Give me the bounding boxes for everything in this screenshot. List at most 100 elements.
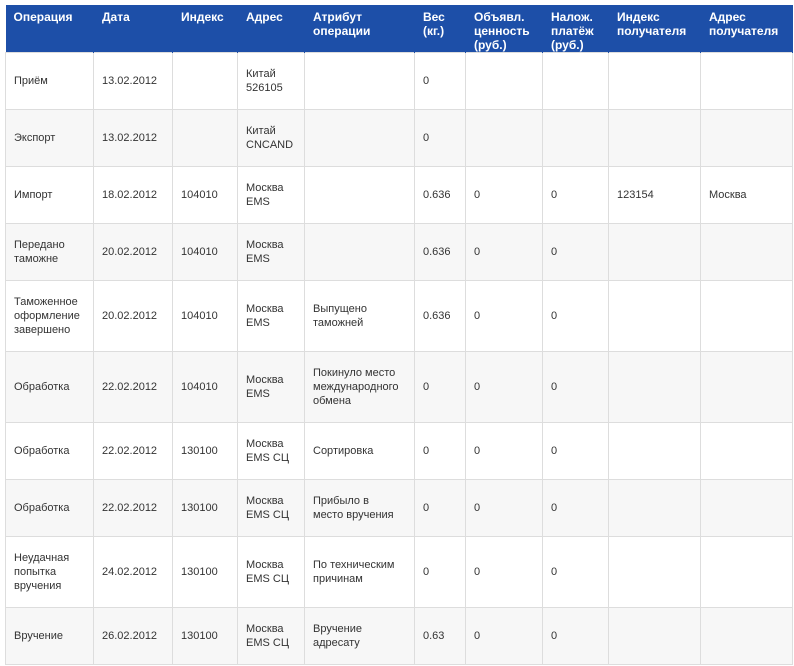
cell-index: 130100 [172,536,238,608]
cell-weight: 0.636 [414,166,466,224]
cell-cod: 0 [542,166,609,224]
cell-index: 104010 [172,223,238,281]
table-header: Операция Дата Индекс Адрес Атрибут опера… [5,5,793,53]
cell-declared-value [465,52,543,110]
cell-weight: 0 [414,52,466,110]
cell-weight: 0.63 [414,607,466,665]
cell-recipient-address [700,52,793,110]
table-row: Обработка 22.02.2012 130100 Москва EMS С… [5,422,793,480]
cell-attribute: Сортировка [304,422,415,480]
cell-date: 20.02.2012 [93,223,173,281]
cell-cod: 0 [542,607,609,665]
cell-recipient-address [700,109,793,167]
cell-operation: Обработка [5,351,94,423]
cell-date: 22.02.2012 [93,479,173,537]
cell-recipient-index [608,109,701,167]
cell-index: 104010 [172,351,238,423]
cell-date: 22.02.2012 [93,422,173,480]
cell-attribute [304,109,415,167]
cell-address: Китай CNCAND [237,109,305,167]
header-date: Дата [93,5,173,53]
cell-address: Москва EMS [237,351,305,423]
cell-cod [542,52,609,110]
cell-weight: 0 [414,479,466,537]
cell-declared-value: 0 [465,607,543,665]
cell-operation: Экспорт [5,109,94,167]
cell-weight: 0 [414,422,466,480]
cell-date: 22.02.2012 [93,351,173,423]
cell-weight: 0 [414,351,466,423]
cell-cod: 0 [542,422,609,480]
cell-attribute: Вручение адресату [304,607,415,665]
cell-weight: 0.636 [414,280,466,352]
header-address: Адрес [237,5,305,53]
table-row: Экспорт 13.02.2012 Китай CNCAND 0 [5,109,793,167]
cell-recipient-address [700,280,793,352]
table-row: Вручение 26.02.2012 130100 Москва EMS СЦ… [5,607,793,665]
header-row: Операция Дата Индекс Адрес Атрибут опера… [5,5,793,53]
cell-address: Москва EMS [237,166,305,224]
cell-operation: Обработка [5,479,94,537]
header-operation-attribute: Атрибут операции [304,5,415,53]
cell-date: 18.02.2012 [93,166,173,224]
cell-cod: 0 [542,479,609,537]
cell-index: 130100 [172,607,238,665]
cell-recipient-address [700,536,793,608]
cell-index: 104010 [172,280,238,352]
cell-recipient-address [700,422,793,480]
cell-recipient-index [608,607,701,665]
cell-operation: Обработка [5,422,94,480]
cell-recipient-index [608,479,701,537]
cell-index [172,109,238,167]
cell-address: Москва EMS СЦ [237,536,305,608]
cell-recipient-address [700,223,793,281]
cell-declared-value: 0 [465,479,543,537]
cell-weight: 0 [414,536,466,608]
cell-recipient-index [608,280,701,352]
cell-attribute [304,52,415,110]
cell-recipient-index: 123154 [608,166,701,224]
cell-address: Москва EMS СЦ [237,607,305,665]
cell-recipient-address [700,607,793,665]
table-row: Неудачная попытка вручения 24.02.2012 13… [5,536,793,608]
table-row: Передано таможне 20.02.2012 104010 Москв… [5,223,793,281]
cell-date: 24.02.2012 [93,536,173,608]
cell-recipient-index [608,52,701,110]
cell-cod: 0 [542,351,609,423]
header-cash-on-delivery: Налож. платёж (руб.) [542,5,609,53]
cell-cod: 0 [542,536,609,608]
cell-address: Москва EMS СЦ [237,479,305,537]
cell-index: 130100 [172,422,238,480]
cell-cod [542,109,609,167]
cell-address: Китай 526105 [237,52,305,110]
cell-recipient-index [608,536,701,608]
cell-recipient-address [700,351,793,423]
cell-attribute [304,223,415,281]
cell-cod: 0 [542,280,609,352]
cell-declared-value [465,109,543,167]
cell-index: 130100 [172,479,238,537]
cell-attribute [304,166,415,224]
cell-attribute: По техническим причинам [304,536,415,608]
cell-declared-value: 0 [465,536,543,608]
cell-declared-value: 0 [465,223,543,281]
cell-date: 13.02.2012 [93,109,173,167]
cell-attribute: Покинуло место международного обмена [304,351,415,423]
cell-operation: Приём [5,52,94,110]
cell-operation: Вручение [5,607,94,665]
cell-index [172,52,238,110]
cell-recipient-address [700,479,793,537]
table-body: Приём 13.02.2012 Китай 526105 0 Экспорт … [5,52,793,665]
header-weight: Вес (кг.) [414,5,466,53]
header-index: Индекс [172,5,238,53]
header-declared-value: Объявл. ценность (руб.) [465,5,543,53]
header-recipient-index: Индекс получателя [608,5,701,53]
cell-date: 20.02.2012 [93,280,173,352]
cell-cod: 0 [542,223,609,281]
cell-attribute: Выпущено таможней [304,280,415,352]
table-row: Обработка 22.02.2012 104010 Москва EMS П… [5,351,793,423]
cell-address: Москва EMS [237,280,305,352]
cell-date: 13.02.2012 [93,52,173,110]
cell-operation: Передано таможне [5,223,94,281]
cell-address: Москва EMS СЦ [237,422,305,480]
